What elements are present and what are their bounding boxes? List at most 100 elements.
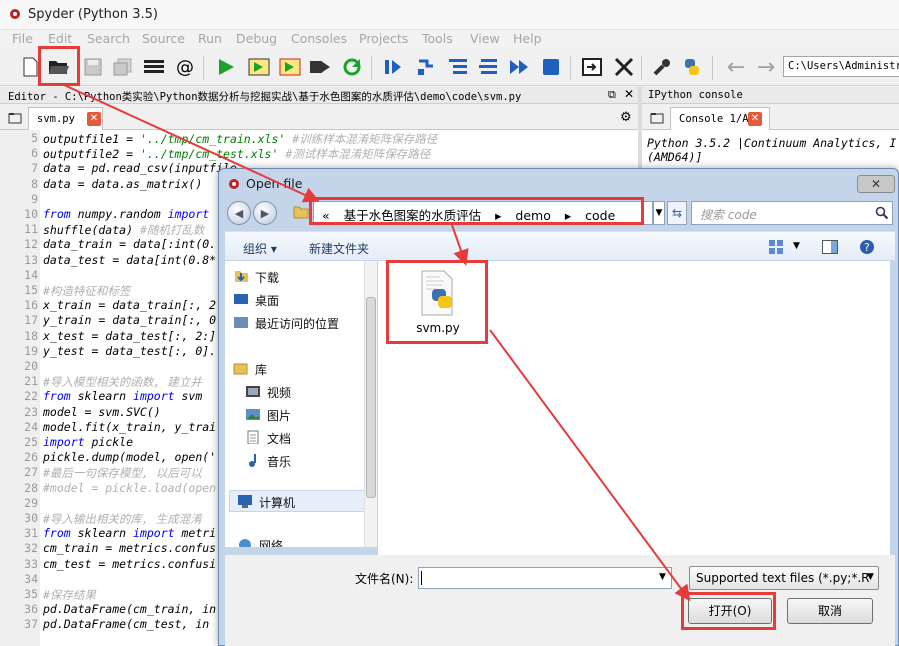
menu-tools[interactable]: Tools	[422, 31, 453, 46]
gear-icon[interactable]: ⚙	[620, 110, 632, 125]
step-into-icon[interactable]	[446, 54, 470, 80]
nav-downloads[interactable]: 下载	[255, 269, 279, 286]
organize-button[interactable]: 组织 ▾	[243, 240, 277, 257]
line-number: 16	[24, 298, 38, 313]
run-selection-icon[interactable]	[308, 54, 332, 80]
list-icon[interactable]	[142, 54, 166, 80]
line-number: 33	[24, 556, 38, 571]
nav-recent[interactable]: 最近访问的位置	[255, 315, 339, 332]
nav-videos[interactable]: 视频	[267, 384, 291, 401]
menu-source[interactable]: Source	[142, 31, 185, 46]
code-line: #保存结果	[43, 588, 96, 602]
open-button[interactable]: 打开(O)	[688, 598, 772, 624]
menu-edit[interactable]: Edit	[48, 31, 72, 46]
view-options-icon[interactable]	[769, 240, 785, 254]
code-line: x_train = data_train[:, 2	[43, 298, 217, 313]
close-tab-icon[interactable]: ✕	[87, 112, 101, 126]
nav-scrollbar-thumb[interactable]	[366, 297, 376, 498]
breadcrumb-separator-icon[interactable]: ▸	[565, 208, 571, 223]
cancel-button[interactable]: 取消	[787, 598, 873, 624]
nav-libraries[interactable]: 库	[255, 361, 267, 378]
dialog-bottom-bar: 文件名(N): ▼ Supported text files (*.py;*.R…	[225, 555, 895, 646]
dialog-close-button[interactable]: ✕	[857, 175, 895, 193]
open-file-icon[interactable]	[47, 54, 71, 80]
working-directory-input[interactable]: C:\Users\Administrator	[783, 56, 899, 77]
menu-consoles[interactable]: Consoles	[291, 31, 347, 46]
run-cell-advance-icon[interactable]	[278, 54, 302, 80]
editor-tab-bar: svm.py ✕ ⚙	[0, 104, 638, 130]
rerun-icon[interactable]	[340, 54, 364, 80]
new-folder-button[interactable]: 新建文件夹	[309, 240, 369, 257]
menu-run[interactable]: Run	[198, 31, 222, 46]
breadcrumb-item[interactable]: code	[585, 208, 615, 223]
folder-icon	[293, 206, 309, 219]
wrench-icon[interactable]	[650, 54, 674, 80]
nav-pictures[interactable]: 图片	[267, 407, 291, 424]
view-dropdown-icon[interactable]: ▼	[793, 241, 800, 251]
filename-dropdown-icon[interactable]: ▼	[659, 572, 666, 582]
line-number: 17	[24, 313, 38, 328]
browse-tabs-icon[interactable]	[8, 112, 22, 124]
window-title: Spyder (Python 3.5)	[28, 7, 158, 22]
menu-help[interactable]: Help	[513, 31, 542, 46]
close-console-icon[interactable]: ✕	[748, 112, 762, 126]
nav-music[interactable]: 音乐	[267, 453, 291, 470]
forward-icon[interactable]: ▶	[253, 201, 277, 225]
back-arrow-icon[interactable]: ←	[724, 54, 748, 80]
menu-debug[interactable]: Debug	[236, 31, 277, 46]
nav-network[interactable]: 网络	[259, 537, 283, 547]
back-icon[interactable]: ◀	[227, 201, 251, 225]
file-list-pane[interactable]: svm.py	[378, 261, 890, 555]
debug-icon[interactable]	[381, 54, 405, 80]
breadcrumb-item[interactable]: demo	[515, 208, 550, 223]
continue-icon[interactable]	[507, 54, 531, 80]
run-cell-icon[interactable]	[247, 54, 271, 80]
address-dropdown-icon[interactable]: ▼	[653, 201, 665, 225]
code-line: cm_train = metrics.confus	[43, 541, 217, 556]
search-input[interactable]: 搜索 code	[691, 201, 893, 225]
run-icon[interactable]	[214, 54, 238, 80]
close-pane-icon[interactable]: ✕	[624, 87, 634, 101]
breadcrumb-separator-icon[interactable]: ▸	[495, 208, 501, 223]
line-number: 22	[24, 389, 38, 404]
address-bar[interactable]: « 基于水色图案的水质评估 ▸ demo ▸ code	[313, 201, 653, 225]
breadcrumb-item[interactable]: 基于水色图案的水质评估	[344, 208, 482, 223]
undock-icon[interactable]: ⧉	[608, 88, 616, 102]
new-file-icon[interactable]	[18, 54, 42, 80]
code-line: shuffle(data) #随机打乱数	[43, 223, 205, 238]
save-icon[interactable]	[81, 54, 105, 80]
videos-icon	[246, 386, 260, 397]
filename-input[interactable]	[418, 567, 672, 589]
save-all-icon[interactable]	[111, 54, 135, 80]
menu-file[interactable]: File	[12, 31, 33, 46]
menu-view[interactable]: View	[470, 31, 500, 46]
breadcrumb-chevron[interactable]: «	[322, 208, 330, 223]
code-line: #最后一句保存模型, 以后可以	[43, 466, 202, 481]
code-line: data_test = data[int(0.8*	[43, 252, 217, 267]
nav-computer[interactable]: 计算机	[259, 494, 295, 511]
stop-icon[interactable]	[539, 54, 563, 80]
preview-pane-icon[interactable]	[822, 240, 838, 254]
line-number: 8	[31, 176, 38, 191]
python-icon[interactable]	[680, 54, 704, 80]
help-icon[interactable]: ?	[859, 239, 875, 255]
step-icon[interactable]	[414, 54, 438, 80]
fullscreen-icon[interactable]	[612, 54, 636, 80]
file-type-select[interactable]: Supported text files (*.py;*.R	[689, 566, 879, 590]
step-return-icon[interactable]	[476, 54, 500, 80]
forward-arrow-icon[interactable]: →	[754, 54, 778, 80]
nav-documents[interactable]: 文档	[267, 430, 291, 447]
navigation-pane[interactable]: 下载 桌面 最近访问的位置 库 视频 图片 文档 音乐 计算机 网络	[225, 261, 377, 547]
file-item-svm-py[interactable]: svm.py	[390, 263, 486, 343]
file-type-dropdown-icon[interactable]: ▼	[867, 572, 874, 582]
menu-search[interactable]: Search	[87, 31, 130, 46]
maximize-pane-icon[interactable]	[580, 54, 604, 80]
menu-projects[interactable]: Projects	[359, 31, 408, 46]
search-icon[interactable]	[875, 206, 889, 220]
code-line: y_train = data_train[:, 0	[43, 313, 217, 328]
command-bar: 组织 ▾ 新建文件夹 ▼ ?	[225, 231, 895, 261]
browse-console-tabs-icon[interactable]	[650, 112, 664, 124]
nav-desktop[interactable]: 桌面	[255, 292, 279, 309]
at-sign-icon[interactable]: @	[173, 54, 197, 80]
refresh-icon[interactable]: ⇆	[667, 201, 687, 225]
